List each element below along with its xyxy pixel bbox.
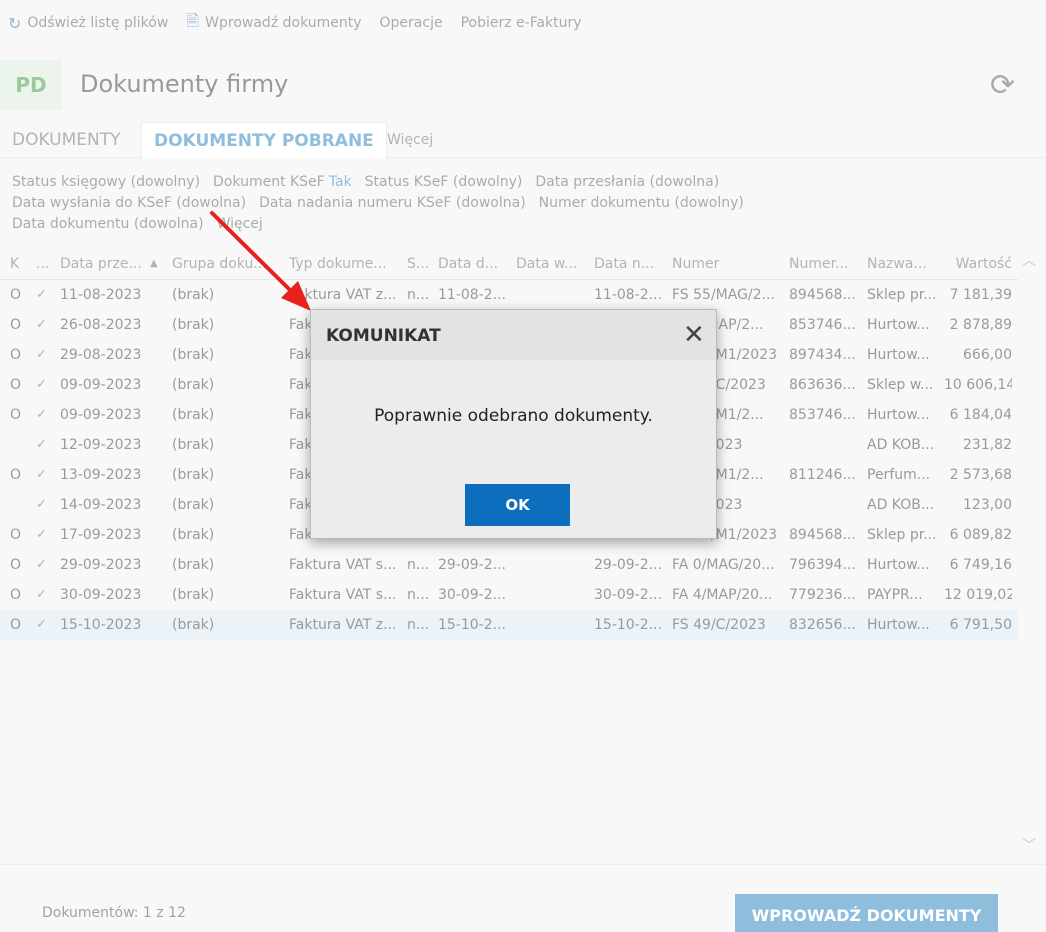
ok-button[interactable]: OK (465, 484, 570, 526)
close-icon[interactable]: ✕ (683, 320, 705, 350)
message-dialog: KOMUNIKAT ✕ Poprawnie odebrano dokumenty… (310, 309, 717, 539)
dialog-message: Poprawnie odebrano dokumenty. (374, 406, 653, 426)
dialog-title: KOMUNIKAT (326, 326, 441, 346)
dialog-header: KOMUNIKAT ✕ (311, 310, 716, 360)
